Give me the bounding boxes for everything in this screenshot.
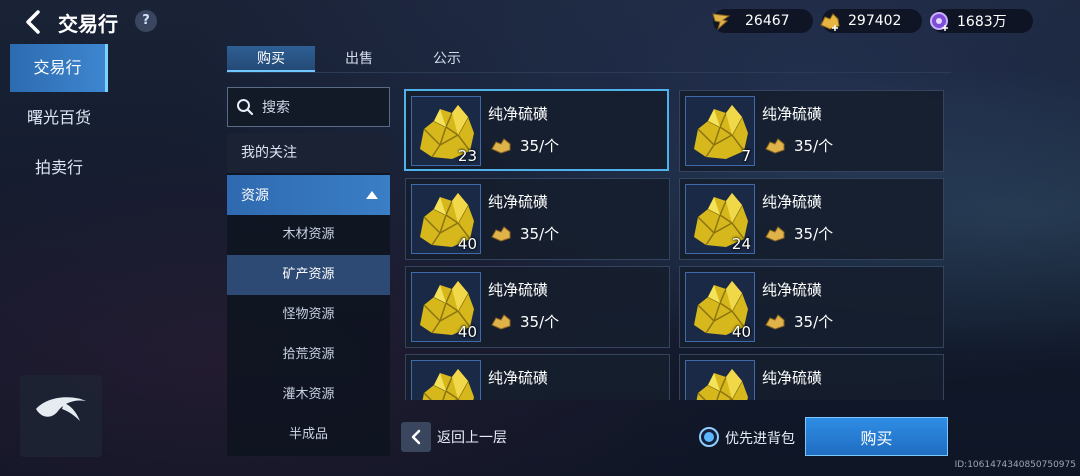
item-quantity: 40 <box>731 323 751 341</box>
item-quantity: 24 <box>731 235 751 253</box>
back-up-level[interactable]: 返回上一层 <box>401 422 507 452</box>
item-quantity: 23 <box>457 147 477 165</box>
currency-value: 1683万 <box>957 14 1007 30</box>
item-price-value: 35/个 <box>794 225 834 243</box>
item-thumbnail: 24 <box>685 184 755 254</box>
tab-bar: 购买 出售 公示 <box>227 46 491 72</box>
item-name: 纯净硫磺 <box>762 369 823 387</box>
item-price-value: 35/个 <box>520 225 560 243</box>
currency-value: 26467 <box>745 13 790 29</box>
subcategory-monster[interactable]: 怪物资源 <box>227 295 390 335</box>
item-thumbnail <box>411 360 481 400</box>
category-resources-label: 资源 <box>241 188 269 204</box>
gold-ore-currency-icon <box>820 13 840 31</box>
item-name: 纯净硫磺 <box>762 105 823 123</box>
help-icon[interactable]: ? <box>135 10 157 32</box>
priority-backpack-radio[interactable] <box>699 427 719 447</box>
category-panel: 我的关注 资源 木材资源 矿产资源 怪物资源 拾荒资源 灌木资源 半成品 <box>227 133 390 456</box>
item-card[interactable]: 纯净硫磺 <box>679 354 944 400</box>
item-name: 纯净硫磺 <box>488 281 549 299</box>
feather-currency-icon <box>712 13 731 31</box>
rog-eye-icon <box>36 397 86 421</box>
item-card[interactable]: 7 纯净硫磺 35/个 <box>679 90 944 172</box>
sulfur-ore-icon <box>422 369 474 400</box>
back-up-label: 返回上一层 <box>437 430 507 446</box>
category-resources[interactable]: 资源 <box>227 175 390 215</box>
category-favorites[interactable]: 我的关注 <box>227 133 390 173</box>
purple-orb-currency-icon <box>930 12 948 31</box>
item-name: 纯净硫磺 <box>762 193 823 211</box>
item-grid: 23 纯净硫磺 35/个 7 纯净硫磺 35/个 40 纯净硫磺 35/个 24… <box>404 89 946 400</box>
item-price-value: 35/个 <box>520 313 560 331</box>
buy-button[interactable]: 购买 <box>805 417 948 456</box>
gold-ore-price-icon <box>491 137 511 154</box>
left-nav: 交易行 曙光百货 拍卖行 <box>10 44 108 192</box>
item-price-value: 35/个 <box>520 137 560 155</box>
subcategory-semi-finished[interactable]: 半成品 <box>227 415 390 455</box>
chevron-left-icon <box>411 429 421 445</box>
item-name: 纯净硫磺 <box>488 369 549 387</box>
user-id-text: ID:1061474340850750975 <box>954 460 1076 470</box>
item-price: 35/个 <box>764 223 833 244</box>
item-thumbnail <box>685 360 755 400</box>
page-title: 交易行 <box>58 12 118 36</box>
nav-item-trading[interactable]: 交易行 <box>10 44 108 92</box>
item-card[interactable]: 23 纯净硫磺 35/个 <box>404 89 669 171</box>
tab-sell[interactable]: 出售 <box>315 46 403 72</box>
rog-logo <box>20 375 102 457</box>
item-quantity: 40 <box>457 235 477 253</box>
item-quantity: 40 <box>457 323 477 341</box>
back-arrow-icon[interactable] <box>20 8 48 36</box>
item-name: 纯净硫磺 <box>762 281 823 299</box>
item-thumbnail: 7 <box>685 96 755 166</box>
item-thumbnail: 40 <box>411 184 481 254</box>
search-input[interactable]: 搜索 <box>227 87 390 127</box>
collapse-arrow-icon <box>366 191 378 199</box>
top-bar: 交易行 ? 26467 297402 1683万 <box>0 0 1080 44</box>
item-price: 35/个 <box>490 311 559 332</box>
item-price: 35/个 <box>490 135 559 156</box>
item-card[interactable]: 纯净硫磺 <box>405 354 670 400</box>
item-thumbnail: 23 <box>411 96 481 166</box>
item-quantity: 7 <box>741 147 751 165</box>
item-price: 35/个 <box>490 223 559 244</box>
item-price: 35/个 <box>764 311 833 332</box>
currency-purple-orb: 1683万 <box>930 9 1033 33</box>
subcategory-scavenge[interactable]: 拾荒资源 <box>227 335 390 375</box>
subcategory-shrub[interactable]: 灌木资源 <box>227 375 390 415</box>
gold-ore-price-icon <box>765 225 785 242</box>
item-price: 35/个 <box>764 135 833 156</box>
gold-ore-price-icon <box>491 313 511 330</box>
currency-gold-ore: 297402 <box>820 9 922 33</box>
tab-buy[interactable]: 购买 <box>227 46 315 72</box>
nav-item-dawn-store[interactable]: 曙光百货 <box>10 94 108 142</box>
search-placeholder: 搜索 <box>262 100 290 116</box>
gold-ore-price-icon <box>765 313 785 330</box>
item-card[interactable]: 40 纯净硫磺 35/个 <box>405 178 670 260</box>
search-icon <box>237 99 254 116</box>
currency-value: 297402 <box>848 13 902 29</box>
item-name: 纯净硫磺 <box>488 193 549 211</box>
tab-announce[interactable]: 公示 <box>403 46 491 72</box>
currency-feather: 26467 <box>712 9 813 33</box>
subcategory-mineral[interactable]: 矿产资源 <box>227 255 390 295</box>
item-card[interactable]: 24 纯净硫磺 35/个 <box>679 178 944 260</box>
item-price-value: 35/个 <box>794 137 834 155</box>
subcategory-wood[interactable]: 木材资源 <box>227 215 390 255</box>
priority-backpack-label: 优先进背包 <box>725 431 795 447</box>
item-thumbnail: 40 <box>685 272 755 342</box>
gold-ore-price-icon <box>765 137 785 154</box>
back-up-button[interactable] <box>401 422 431 452</box>
tab-divider <box>227 72 951 73</box>
item-card[interactable]: 40 纯净硫磺 35/个 <box>679 266 944 348</box>
item-name: 纯净硫磺 <box>488 105 549 123</box>
nav-item-auction[interactable]: 拍卖行 <box>10 144 108 192</box>
item-thumbnail: 40 <box>411 272 481 342</box>
gold-ore-price-icon <box>491 225 511 242</box>
sulfur-ore-icon <box>696 369 748 400</box>
item-price-value: 35/个 <box>794 313 834 331</box>
item-card[interactable]: 40 纯净硫磺 35/个 <box>405 266 670 348</box>
